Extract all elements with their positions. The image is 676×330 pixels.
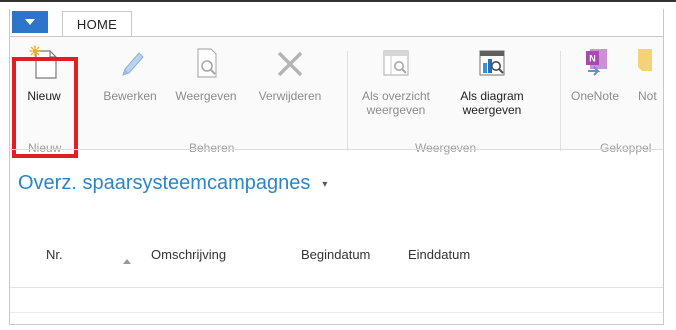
page-title-text: Overz. spaarsysteemcampagnes — [18, 172, 311, 194]
notes-button[interactable]: Not — [632, 37, 663, 103]
notes-button-label: Not — [638, 89, 657, 103]
view-document-icon — [189, 45, 223, 81]
group-label-view: Weergeven — [415, 141, 477, 155]
column-header-description[interactable]: Omschrijving — [151, 247, 226, 262]
sort-ascending-icon — [123, 259, 131, 264]
show-as-chart-button[interactable]: Als diagram weergeven — [450, 37, 534, 117]
delete-x-icon — [273, 45, 307, 81]
delete-button-label: Verwijderen — [258, 89, 322, 103]
pencil-icon — [113, 45, 147, 81]
note-icon — [632, 45, 652, 81]
svg-text:N: N — [589, 54, 596, 64]
view-button-label: Weergeven — [175, 89, 237, 103]
show-as-chart-label-1: Als diagram — [460, 89, 524, 103]
column-header-number[interactable]: Nr. — [46, 247, 63, 262]
ribbon-divider — [10, 149, 663, 150]
show-as-list-button[interactable]: Als overzicht weergeven — [354, 37, 438, 117]
chevron-down-icon[interactable]: ▾ — [322, 179, 327, 190]
app-window: HOME Nieuw Bewerken Weergeven Verwijdere… — [9, 9, 664, 325]
edit-button-label: Bewerken — [103, 89, 157, 103]
onenote-button[interactable]: N OneNote — [562, 37, 628, 103]
application-menu-button[interactable] — [12, 11, 48, 33]
dropdown-arrow-icon — [25, 19, 35, 25]
list-view-icon — [379, 45, 413, 81]
group-label-linked: Gekoppel — [600, 141, 652, 155]
table-header-divider — [10, 287, 663, 288]
show-as-list-label-2: weergeven — [366, 103, 426, 117]
group-separator — [347, 51, 348, 151]
show-as-chart-label-2: weergeven — [462, 103, 522, 117]
show-as-list-label-1: Als overzicht — [361, 89, 431, 103]
onenote-button-label: OneNote — [570, 89, 620, 103]
window-top-border — [0, 0, 676, 2]
view-button[interactable]: Weergeven — [170, 37, 242, 103]
table-row — [10, 312, 663, 313]
group-label-manage: Beheren — [189, 141, 235, 155]
edit-button[interactable]: Bewerken — [96, 37, 164, 103]
ribbon-tab-strip: HOME — [10, 9, 663, 37]
onenote-icon: N — [578, 45, 612, 81]
chart-view-icon — [475, 45, 509, 81]
delete-button[interactable]: Verwijderen — [248, 37, 332, 103]
column-header-start-date[interactable]: Begindatum — [301, 247, 370, 262]
page-title[interactable]: Overz. spaarsysteemcampagnes ▾ — [18, 172, 327, 195]
ribbon: Nieuw Bewerken Weergeven Verwijderen Als… — [10, 37, 663, 158]
group-separator — [560, 51, 561, 151]
tab-home[interactable]: HOME — [62, 11, 132, 37]
new-button-highlight — [12, 57, 78, 158]
column-header-end-date[interactable]: Einddatum — [408, 247, 470, 262]
